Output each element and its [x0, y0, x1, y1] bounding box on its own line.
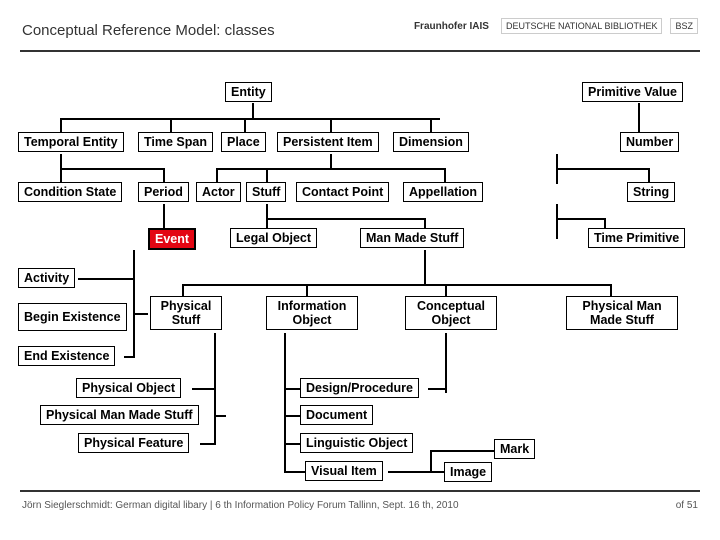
node-condition-state: Condition State — [18, 182, 122, 202]
node-begin-existence: Begin Existence — [18, 303, 127, 331]
node-activity: Activity — [18, 268, 75, 288]
dnb-logo: DEUTSCHE NATIONAL BIBLIOTHEK — [501, 18, 663, 34]
node-physical-object: Physical Object — [76, 378, 181, 398]
node-visual-item: Visual Item — [305, 461, 383, 481]
node-actor: Actor — [196, 182, 241, 202]
node-information-object: Information Object — [266, 296, 358, 330]
node-contact-point: Contact Point — [296, 182, 389, 202]
page-title: Conceptual Reference Model: classes — [22, 22, 275, 39]
node-physical-stuff: Physical Stuff — [150, 296, 222, 330]
node-physical-man-made-stuff-left: Physical Man Made Stuff — [40, 405, 199, 425]
divider-bottom — [20, 490, 700, 492]
node-linguistic-object: Linguistic Object — [300, 433, 413, 453]
node-number: Number — [620, 132, 679, 152]
node-end-existence: End Existence — [18, 346, 115, 366]
node-place: Place — [221, 132, 266, 152]
node-design-procedure: Design/Procedure — [300, 378, 419, 398]
node-primitive-value: Primitive Value — [582, 82, 683, 102]
node-appellation: Appellation — [403, 182, 483, 202]
node-time-primitive: Time Primitive — [588, 228, 685, 248]
node-legal-object: Legal Object — [230, 228, 317, 248]
node-physical-man-made-stuff-right: Physical Man Made Stuff — [566, 296, 678, 330]
fraunhofer-logo: Fraunhofer IAIS — [410, 19, 493, 34]
footer-left: Jörn Sieglerschmidt: German digital liba… — [22, 500, 459, 511]
node-document: Document — [300, 405, 373, 425]
node-string: String — [627, 182, 675, 202]
node-stuff: Stuff — [246, 182, 286, 202]
bsz-logo: BSZ — [670, 18, 698, 34]
node-man-made-stuff: Man Made Stuff — [360, 228, 464, 248]
footer: Jörn Sieglerschmidt: German digital liba… — [22, 500, 698, 511]
logo-bar: Fraunhofer IAIS DEUTSCHE NATIONAL BIBLIO… — [410, 18, 698, 34]
node-persistent-item: Persistent Item — [277, 132, 379, 152]
node-entity: Entity — [225, 82, 272, 102]
node-period: Period — [138, 182, 189, 202]
divider-top — [20, 50, 700, 52]
node-physical-feature: Physical Feature — [78, 433, 189, 453]
footer-right: of 51 — [676, 500, 698, 511]
node-dimension: Dimension — [393, 132, 469, 152]
node-temporal-entity: Temporal Entity — [18, 132, 124, 152]
node-mark: Mark — [494, 439, 535, 459]
node-image: Image — [444, 462, 492, 482]
node-conceptual-object: Conceptual Object — [405, 296, 497, 330]
node-event: Event — [148, 228, 196, 250]
node-time-span: Time Span — [138, 132, 213, 152]
